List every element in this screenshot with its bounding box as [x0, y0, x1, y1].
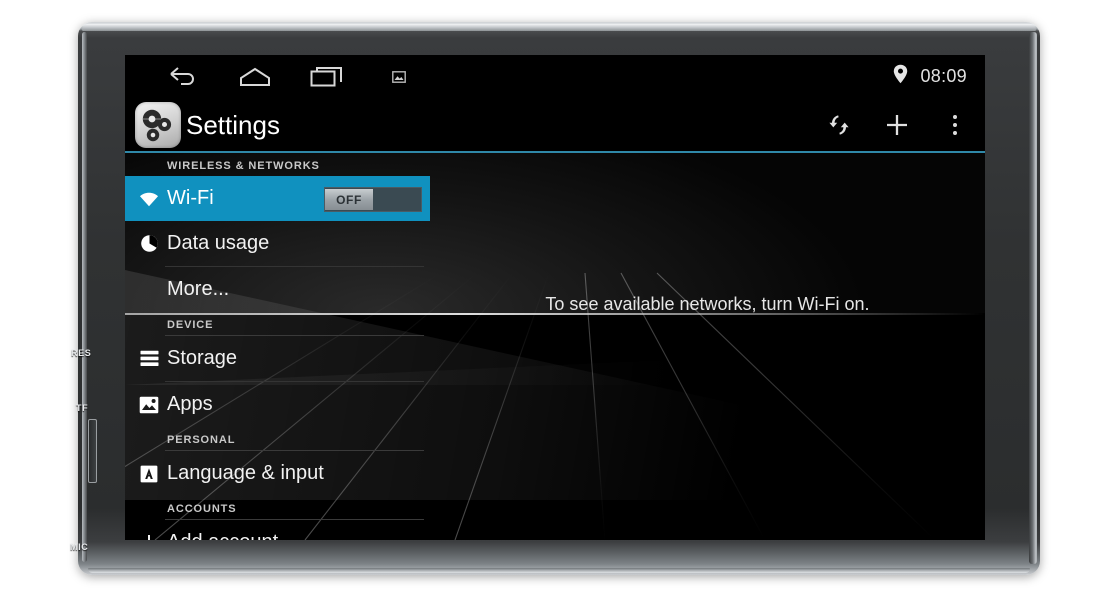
settings-row-storage[interactable]: Storage	[125, 336, 430, 381]
settings-row-add-account[interactable]: Add account	[125, 520, 430, 540]
sync-icon[interactable]	[823, 105, 855, 145]
wifi-toggle[interactable]: OFF	[324, 187, 422, 212]
language-input-icon	[137, 462, 161, 486]
status-bar-clock: 08:09	[920, 66, 967, 86]
bezel-label-res: RES	[71, 348, 92, 358]
section-header-personal: PERSONAL	[167, 434, 236, 446]
settings-row-label: Apps	[167, 393, 213, 415]
plus-icon	[137, 531, 161, 540]
settings-row-more[interactable]: More...	[125, 267, 430, 312]
chassis-left-edge	[82, 32, 87, 562]
add-icon[interactable]	[881, 105, 913, 145]
apps-icon	[137, 393, 161, 417]
bezel-label-tf: TF	[76, 403, 89, 413]
chassis-bottom-chrome	[88, 568, 1030, 573]
back-icon[interactable]	[147, 56, 219, 98]
tf-card-slot[interactable]	[88, 419, 97, 483]
action-bar: Settings	[125, 98, 985, 152]
empty-state-message: To see available networks, turn Wi-Fi on…	[545, 294, 870, 314]
location-pin-icon	[893, 64, 908, 89]
data-usage-icon	[137, 232, 161, 256]
wifi-icon	[137, 187, 161, 211]
overflow-menu-icon[interactable]	[939, 105, 971, 145]
settings-gears-icon	[135, 102, 181, 148]
status-bar-right: 08:09	[893, 55, 967, 98]
wifi-toggle-state: OFF	[336, 192, 362, 207]
section-header-device: DEVICE	[167, 319, 214, 331]
action-bar-buttons	[823, 98, 971, 152]
settings-list[interactable]: WIRELESS & NETWORKS Wi-Fi OFF Data usage…	[125, 153, 430, 540]
navigation-bar	[125, 56, 435, 98]
screenshot-root: RES TF MIC 08:09 Settings WIRELESS & NET…	[0, 0, 1100, 615]
storage-icon	[137, 347, 161, 371]
settings-row-label: Add account	[167, 531, 278, 540]
content-pane: To see available networks, turn Wi-Fi on…	[430, 153, 985, 540]
page-title: Settings	[186, 109, 280, 140]
bezel-label-mic: MIC	[70, 542, 89, 552]
status-bar: 08:09	[125, 55, 985, 98]
section-header-wireless: WIRELESS & NETWORKS	[167, 160, 320, 172]
settings-row-label: Storage	[167, 347, 238, 369]
settings-row-language-input[interactable]: Language & input	[125, 451, 430, 496]
wifi-toggle-thumb: OFF	[325, 189, 373, 210]
lcd-screen: 08:09 Settings WIRELESS & NETWORKS Wi-Fi…	[125, 55, 985, 540]
settings-row-wifi[interactable]: Wi-Fi OFF	[125, 176, 430, 221]
settings-row-apps[interactable]: Apps	[125, 382, 430, 427]
chassis-top-chrome	[82, 24, 1036, 31]
recents-icon[interactable]	[291, 56, 363, 98]
home-icon[interactable]	[219, 56, 291, 98]
settings-row-label: More...	[167, 278, 230, 300]
settings-row-label: Language & input	[167, 462, 324, 484]
screenshot-icon[interactable]	[363, 56, 435, 98]
section-header-accounts: ACCOUNTS	[167, 503, 237, 515]
settings-row-label: Data usage	[167, 232, 270, 254]
settings-row-data-usage[interactable]: Data usage	[125, 221, 430, 266]
settings-row-label: Wi-Fi	[167, 187, 214, 209]
chassis-right-edge	[1029, 32, 1037, 564]
